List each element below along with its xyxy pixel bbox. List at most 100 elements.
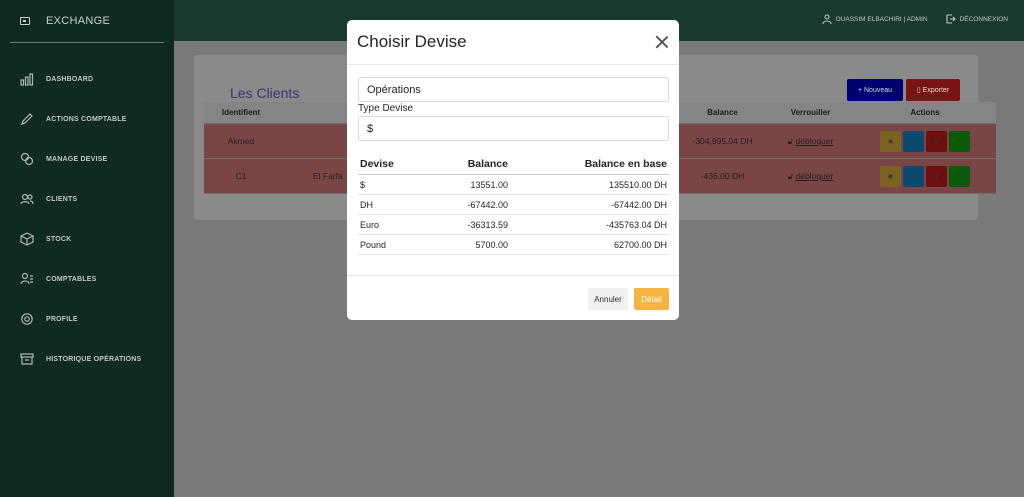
pencil-icon: ✎ <box>956 173 963 180</box>
column-header: Verrouiller <box>790 108 831 117</box>
currency-table: Devise Balance Balance en base $ 13551.0… <box>358 153 669 255</box>
sidebar-item-label: HISTORIQUE OPÉRATIONS <box>46 355 142 363</box>
cell-balance-base: 62700.00 DH <box>613 239 667 250</box>
sidebar-item-dashboard[interactable]: DASHBOARD <box>0 59 174 99</box>
user-name: OUASSIM ELBACHIRI | ADMIN <box>835 15 928 23</box>
key-icon: ⊸ <box>910 138 917 145</box>
cell-balance-base: 135510.00 DH <box>608 179 667 190</box>
cancel-button[interactable]: Annuler <box>588 288 628 310</box>
file-icon: ▯ <box>916 87 921 94</box>
view-button[interactable]: ◉ <box>880 165 901 187</box>
cell-actions: ◉ ⊸ ▮ ✎ <box>854 159 996 193</box>
sidebar-item-label: STOCK <box>46 235 72 243</box>
unlock-icon: 🔓︎ <box>787 135 794 146</box>
export-button-label: Exporter <box>922 86 950 94</box>
user-menu[interactable]: OUASSIM ELBACHIRI | ADMIN <box>822 14 928 24</box>
unlock-label: débloquer <box>795 171 834 181</box>
new-button[interactable]: + Nouveau <box>847 79 903 101</box>
sidebar-item-comptables[interactable]: COMPTABLES <box>0 259 174 299</box>
money-icon <box>20 17 30 25</box>
sidebar-item-label: CLIENTS <box>46 195 78 203</box>
sidebar-item-label: DASHBOARD <box>46 75 94 83</box>
key-button[interactable]: ⊸ <box>903 130 924 152</box>
column-header: Balance <box>467 157 508 170</box>
column-header: Identifient <box>221 108 261 117</box>
close-icon[interactable] <box>655 35 669 49</box>
modal-body: Opérations Type Devise $ Devise Balance … <box>347 65 679 275</box>
brand[interactable]: EXCHANGE <box>0 0 174 42</box>
operations-select[interactable]: Opérations <box>358 77 669 102</box>
logout-icon <box>946 14 956 24</box>
cell-id: C1 <box>235 171 247 181</box>
page-title: Les Clients <box>230 85 300 101</box>
sidebar-item-stock[interactable]: STOCK <box>0 219 174 259</box>
key-icon: ⊸ <box>910 173 917 180</box>
cell-balance-base: -67442.00 DH <box>610 199 667 210</box>
cell-id: Akmed <box>227 136 255 146</box>
cell-devise: Pound <box>360 239 387 250</box>
table-row: DH -67442.00 -67442.00 DH <box>358 195 669 215</box>
archive-icon <box>20 352 34 366</box>
logout-button[interactable]: DÉCONNEXION <box>946 14 1008 24</box>
modal-header: Choisir Devise <box>347 20 679 65</box>
bar-chart-icon <box>20 72 34 86</box>
type-devise-label: Type Devise <box>358 103 414 114</box>
sidebar-item-label: PROFILE <box>46 315 78 323</box>
type-devise-select[interactable]: $ <box>358 116 669 141</box>
logout-label: DÉCONNEXION <box>959 15 1008 23</box>
cell-balance-base: -435763.04 DH <box>605 219 667 230</box>
cell-balance: 5700.00 <box>475 239 508 250</box>
sidebar: EXCHANGE DASHBOARD ACTIONS COMPTABLE MAN… <box>0 0 174 497</box>
delete-button[interactable]: ▮ <box>926 130 947 152</box>
column-header: Balance en base <box>584 157 667 170</box>
sidebar-item-manage-devise[interactable]: MANAGE DEVISE <box>0 139 174 179</box>
user-icon <box>822 14 832 24</box>
export-button[interactable]: ▯ Exporter <box>906 79 960 101</box>
users-icon <box>20 192 34 206</box>
detail-button[interactable]: Détail <box>634 288 669 310</box>
key-button[interactable]: ⊸ <box>903 165 924 187</box>
trash-icon: ▮ <box>934 138 939 145</box>
sidebar-item-label: ACTIONS COMPTABLE <box>46 115 127 123</box>
edit-button[interactable]: ✎ <box>949 130 970 152</box>
coins-icon <box>20 152 34 166</box>
sidebar-item-label: MANAGE DEVISE <box>46 155 108 163</box>
unlock-link[interactable]: 🔓︎ débloquer <box>767 124 854 158</box>
divider <box>10 42 164 43</box>
pencil-icon <box>20 112 34 126</box>
gear-icon <box>20 312 34 326</box>
trash-icon: ▮ <box>934 173 939 180</box>
view-button[interactable]: ◉ <box>880 130 901 152</box>
cell-devise: $ <box>360 179 366 190</box>
box-icon <box>20 232 34 246</box>
cell-balance: -304,995.04 DH <box>692 136 753 146</box>
sidebar-item-label: COMPTABLES <box>46 275 97 283</box>
delete-button[interactable]: ▮ <box>926 165 947 187</box>
sidebar-item-clients[interactable]: CLIENTS <box>0 179 174 219</box>
eye-icon: ◉ <box>887 138 894 145</box>
user-list-icon <box>20 272 34 286</box>
unlock-label: débloquer <box>795 136 834 146</box>
modal-title: Choisir Devise <box>357 32 467 51</box>
unlock-link[interactable]: 🔓︎ débloquer <box>767 159 854 193</box>
column-header: Actions <box>910 108 940 117</box>
cell-balance: 13551.00 <box>470 179 508 190</box>
cell-balance: -36313.59 <box>467 219 508 230</box>
cell-actions: ◉ ⊸ ▮ ✎ <box>854 124 996 158</box>
sidebar-nav: DASHBOARD ACTIONS COMPTABLE MANAGE DEVIS… <box>0 59 174 379</box>
eye-icon: ◉ <box>887 173 894 180</box>
table-row: Euro -36313.59 -435763.04 DH <box>358 215 669 235</box>
cell-balance: -436.00 DH <box>700 171 745 181</box>
edit-button[interactable]: ✎ <box>949 165 970 187</box>
cell-devise: Euro <box>360 219 380 230</box>
cell-balance: -67442.00 <box>467 199 508 210</box>
new-button-label: Nouveau <box>864 86 893 94</box>
modal-footer: Annuler Détail <box>347 275 679 320</box>
sidebar-item-actions-comptable[interactable]: ACTIONS COMPTABLE <box>0 99 174 139</box>
column-header: Devise <box>360 157 394 170</box>
column-header: Balance <box>707 108 738 117</box>
pencil-icon: ✎ <box>956 138 963 145</box>
sidebar-item-profile[interactable]: PROFILE <box>0 299 174 339</box>
sidebar-item-historique[interactable]: HISTORIQUE OPÉRATIONS <box>0 339 174 379</box>
table-row: $ 13551.00 135510.00 DH <box>358 175 669 195</box>
